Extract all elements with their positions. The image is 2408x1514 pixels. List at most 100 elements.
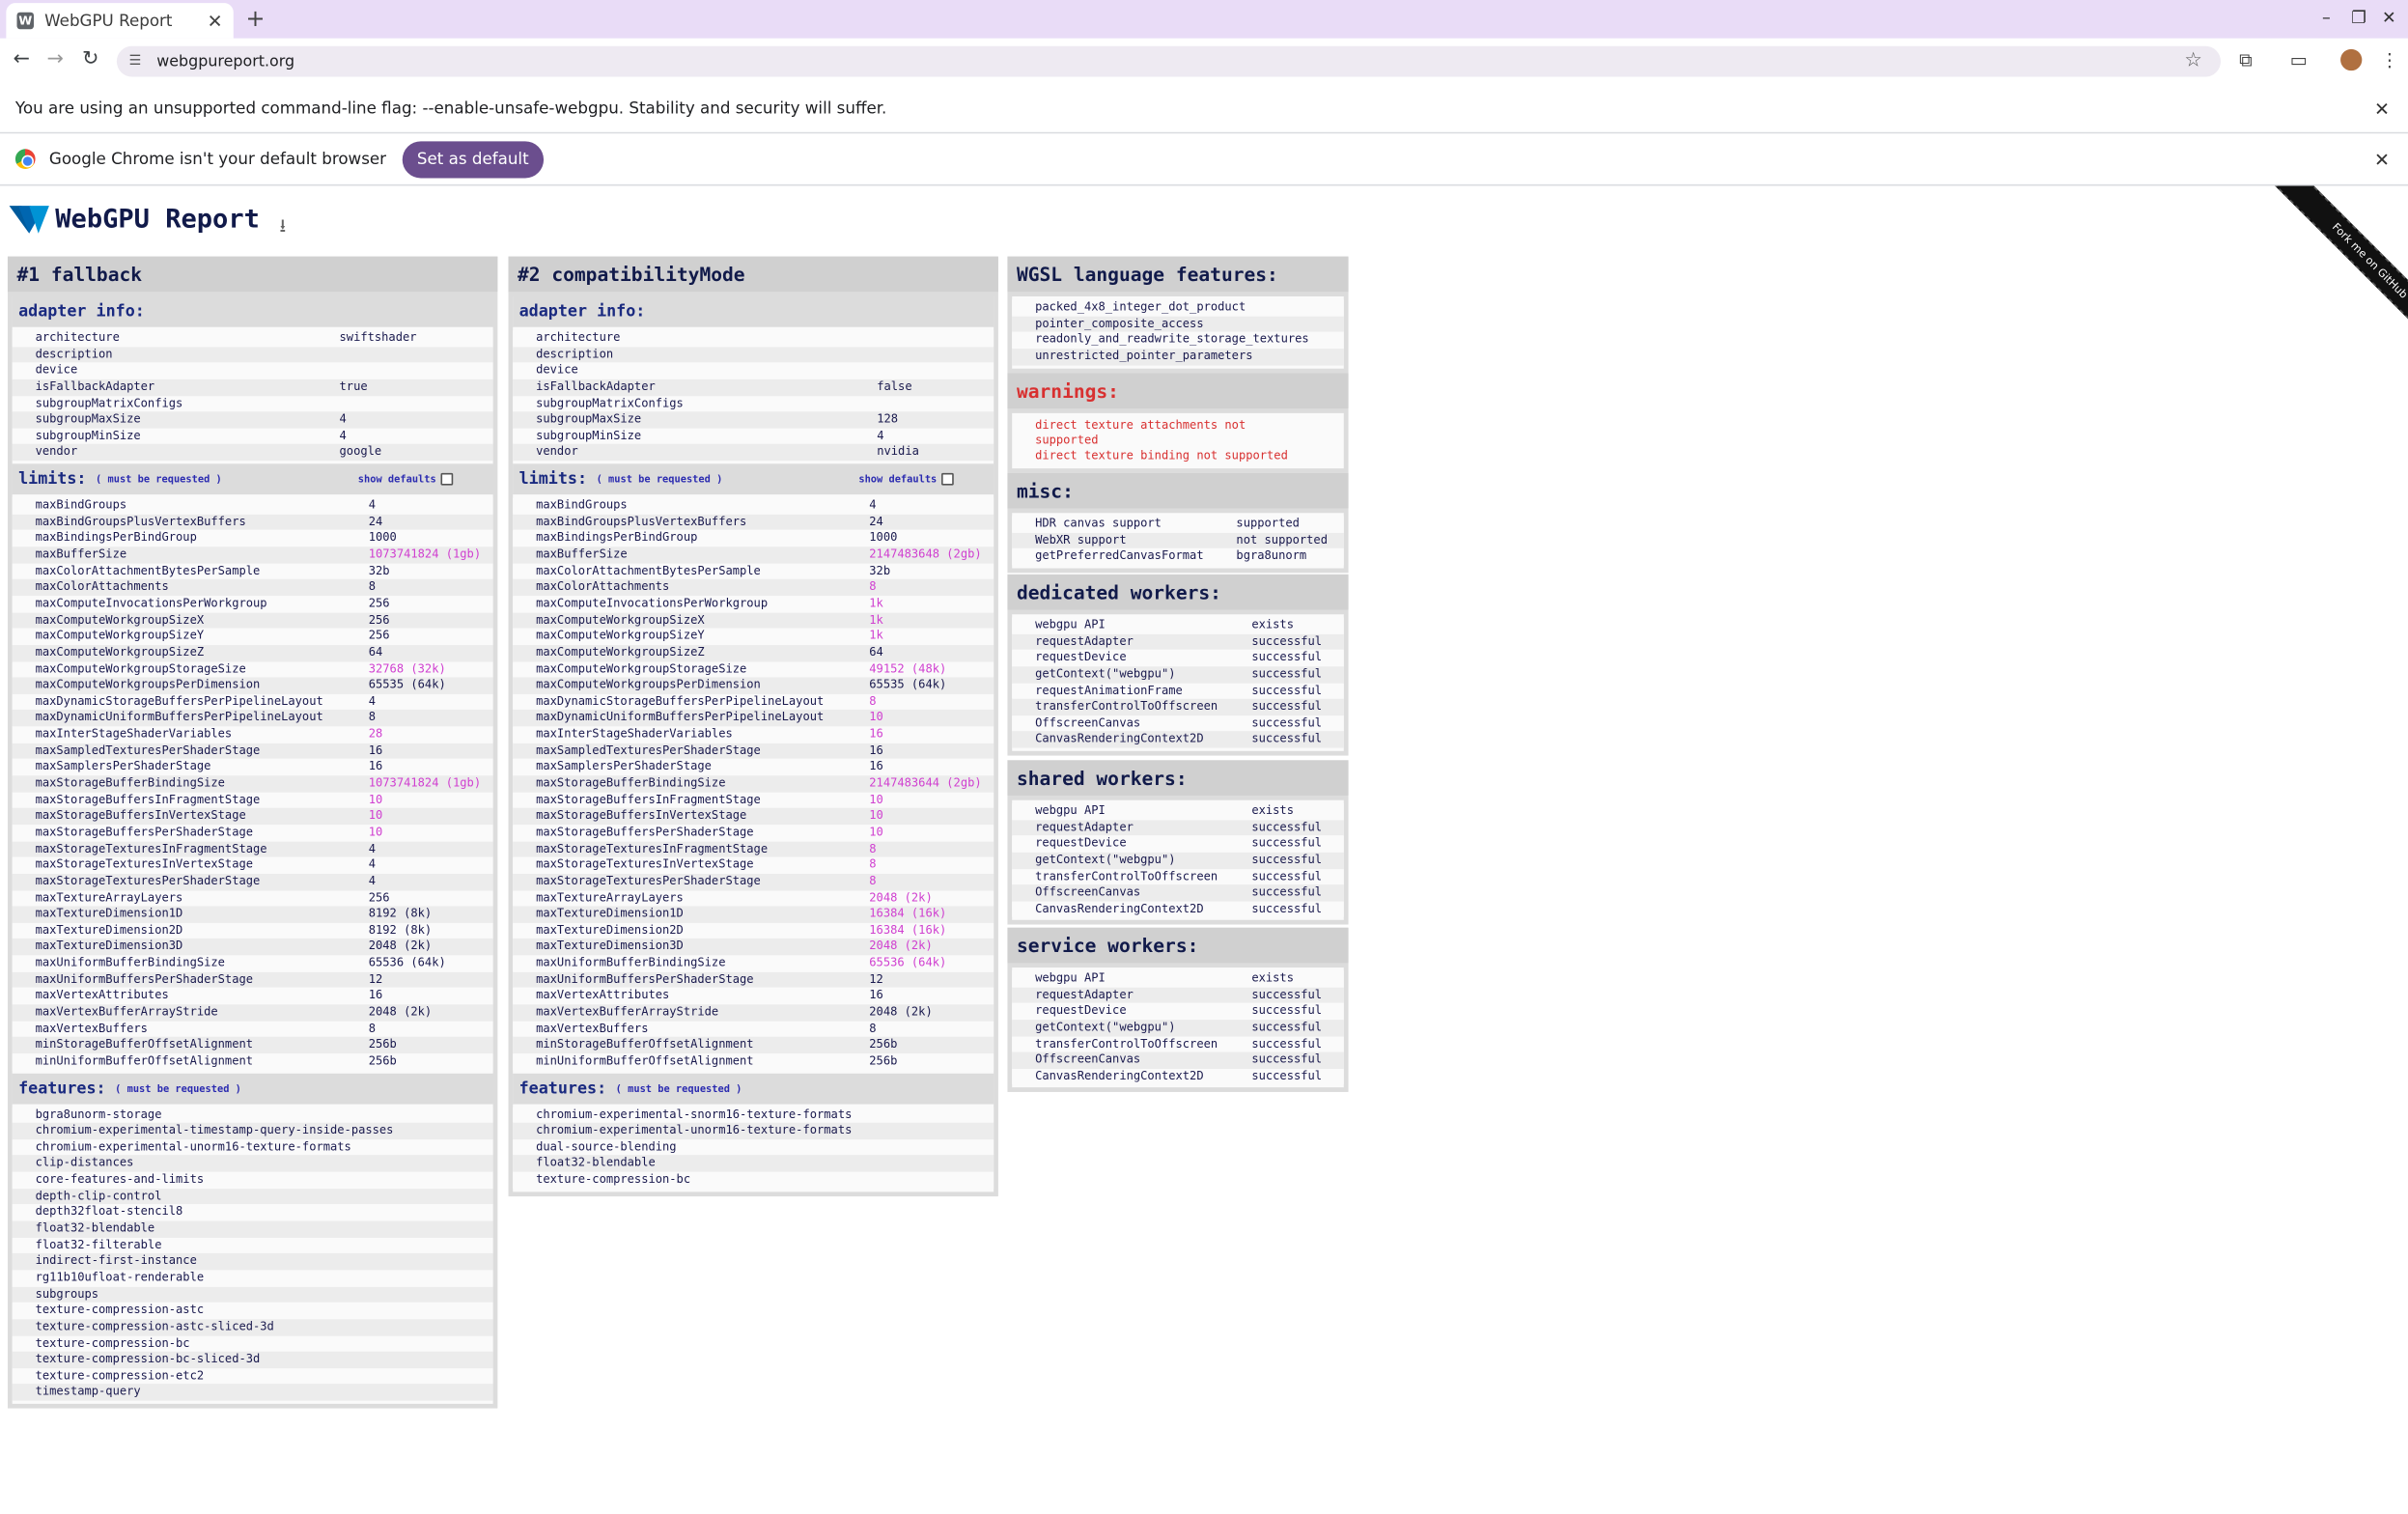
row-key: maxBindingsPerBindGroup <box>536 530 698 545</box>
feature-row: float32-filterable <box>12 1237 493 1254</box>
tab-title: WebGPU Report <box>44 11 173 31</box>
set-as-default-button[interactable]: Set as default <box>401 140 545 178</box>
row-value: 256 <box>368 889 390 905</box>
adapter-info-row: subgroupMatrixConfigs <box>513 395 994 412</box>
warnings-title: warnings: <box>1007 373 1349 409</box>
address-bar[interactable]: ☰ webgpureport.org ☆ <box>116 45 2222 77</box>
limit-row: maxVertexAttributes 16 <box>12 988 493 1005</box>
row-key: OffscreenCanvas <box>1035 884 1141 899</box>
row-value: 65536 (64k) <box>368 955 446 969</box>
row-value: successful <box>1251 1003 1323 1018</box>
adapter-card-compatibility: #2 compatibilityMode adapter info: archi… <box>508 256 998 1196</box>
shared-title: shared workers: <box>1007 760 1349 796</box>
webgpu-logo-icon <box>9 206 49 234</box>
row-value: successful <box>1251 650 1323 664</box>
worker-row: getContext("webgpu") successful <box>1012 1020 1344 1036</box>
row-key: dual-source-blending <box>536 1138 677 1154</box>
menu-icon[interactable]: ⋮ <box>2380 49 2398 70</box>
extensions-icon[interactable]: ⧉ <box>2239 49 2253 72</box>
show-defaults-toggle[interactable]: show defaults <box>358 464 493 495</box>
feature-row: texture-compression-astc <box>12 1303 493 1320</box>
restore-icon[interactable]: ❐ <box>2351 8 2366 28</box>
limit-row: maxBindGroups 4 <box>513 497 994 515</box>
limit-row: maxVertexBuffers 8 <box>12 1021 493 1038</box>
row-value <box>868 396 878 412</box>
row-value <box>330 396 340 412</box>
tab-webgpu-report[interactable]: W WebGPU Report ✕ <box>6 3 234 39</box>
row-value: 4 <box>368 693 377 708</box>
row-key: maxStorageBufferBindingSize <box>35 775 225 790</box>
row-key: maxBindGroups <box>536 497 628 512</box>
row-key: texture-compression-etc2 <box>35 1367 205 1383</box>
limit-row: maxStorageTexturesInFragmentStage 4 <box>12 840 493 857</box>
profile-avatar[interactable] <box>2340 48 2363 71</box>
infobar-close-icon[interactable]: ✕ <box>2374 98 2390 119</box>
row-value: successful <box>1251 1051 1323 1067</box>
limit-row: maxComputeWorkgroupSizeZ 64 <box>513 644 994 661</box>
row-key: pointer_composite_access <box>1035 316 1204 330</box>
limit-row: maxSampledTexturesPerShaderStage 16 <box>513 743 994 760</box>
row-value: 10 <box>368 792 383 806</box>
row-key: requestAdapter <box>1035 633 1134 648</box>
new-tab-icon[interactable]: + <box>245 6 265 30</box>
download-icon[interactable]: ⭳ <box>279 212 286 244</box>
feature-row: depth32float-stencil8 <box>12 1204 493 1221</box>
row-key: requestAdapter <box>1035 987 1134 1001</box>
show-defaults-checkbox[interactable] <box>440 473 454 486</box>
row-key: maxComputeWorkgroupSizeY <box>35 628 205 643</box>
limit-row: maxStorageBuffersPerShaderStage 10 <box>12 825 493 841</box>
row-value: 32b <box>368 563 390 577</box>
row-value: 64 <box>368 644 383 659</box>
row-key: maxComputeWorkgroupStorageSize <box>35 660 246 676</box>
limit-row: maxSampledTexturesPerShaderStage 16 <box>12 743 493 760</box>
limit-row: maxTextureDimension2D 8192 (8k) <box>12 922 493 939</box>
limit-row: maxComputeWorkgroupsPerDimension 65535 (6… <box>513 677 994 694</box>
shared-workers-card: shared workers: webgpu API exists requestA… <box>1007 760 1349 926</box>
tab-close-icon[interactable]: ✕ <box>208 10 223 31</box>
row-key: maxTextureDimension3D <box>35 939 183 953</box>
show-defaults-checkbox[interactable] <box>941 473 954 486</box>
row-value: bgra8unorm <box>1236 548 1307 563</box>
window-close-icon[interactable]: ✕ <box>2382 8 2396 28</box>
bookmark-star-icon[interactable]: ☆ <box>2184 49 2202 72</box>
row-key: maxUniformBufferBindingSize <box>35 955 225 969</box>
row-value: 16 <box>368 759 383 773</box>
row-key: maxVertexBufferArrayStride <box>35 1004 218 1019</box>
row-key: maxComputeWorkgroupStorageSize <box>536 660 747 676</box>
row-value: successful <box>1251 835 1323 851</box>
site-info-icon[interactable]: ☰ <box>129 54 145 70</box>
adapter-card-fallback: #1 fallback adapter info: architecture sw… <box>7 256 498 1409</box>
row-key: maxStorageTexturesInFragmentStage <box>536 840 769 855</box>
warning-item: direct texture attachments not supported <box>1035 417 1246 447</box>
media-icon[interactable]: ▭ <box>2290 49 2308 70</box>
row-value: false <box>877 378 912 394</box>
feature-row: texture-compression-bc <box>513 1171 994 1189</box>
minimize-icon[interactable]: – <box>2322 8 2331 28</box>
row-key: maxTextureDimension2D <box>536 922 684 937</box>
fork-me-ribbon[interactable]: Fork me on GitHub <box>2226 185 2408 367</box>
adapter-info-row: device <box>513 362 994 379</box>
limit-row: maxStorageBuffersInVertexStage 10 <box>513 808 994 826</box>
row-value: successful <box>1251 901 1323 915</box>
row-key: depth-clip-control <box>35 1188 162 1203</box>
show-defaults-toggle[interactable]: show defaults <box>858 464 994 495</box>
row-key: maxSamplersPerShaderStage <box>35 759 211 773</box>
worker-row: requestAdapter successful <box>1012 633 1344 651</box>
reload-icon[interactable]: ↻ <box>77 47 105 70</box>
infobar-close-icon[interactable]: ✕ <box>2374 148 2390 169</box>
feature-row: clip-distances <box>12 1155 493 1172</box>
feature-row: texture-compression-bc <box>12 1335 493 1352</box>
row-key: maxVertexBufferArrayStride <box>536 1004 719 1019</box>
row-key: depth32float-stencil8 <box>35 1204 183 1219</box>
forward-icon[interactable]: → <box>42 47 70 70</box>
row-key: getContext("webgpu") <box>1035 1020 1176 1034</box>
row-key: maxUniformBufferBindingSize <box>536 955 726 969</box>
row-value: exists <box>1251 617 1294 631</box>
row-value: 8 <box>869 840 877 855</box>
back-icon[interactable]: ← <box>8 47 36 70</box>
row-key: maxUniformBuffersPerShaderStage <box>536 971 754 986</box>
row-value: successful <box>1251 715 1323 730</box>
row-value: 16 <box>869 726 883 741</box>
feature-row: timestamp-query <box>12 1384 493 1401</box>
row-key: maxColorAttachments <box>536 579 670 594</box>
